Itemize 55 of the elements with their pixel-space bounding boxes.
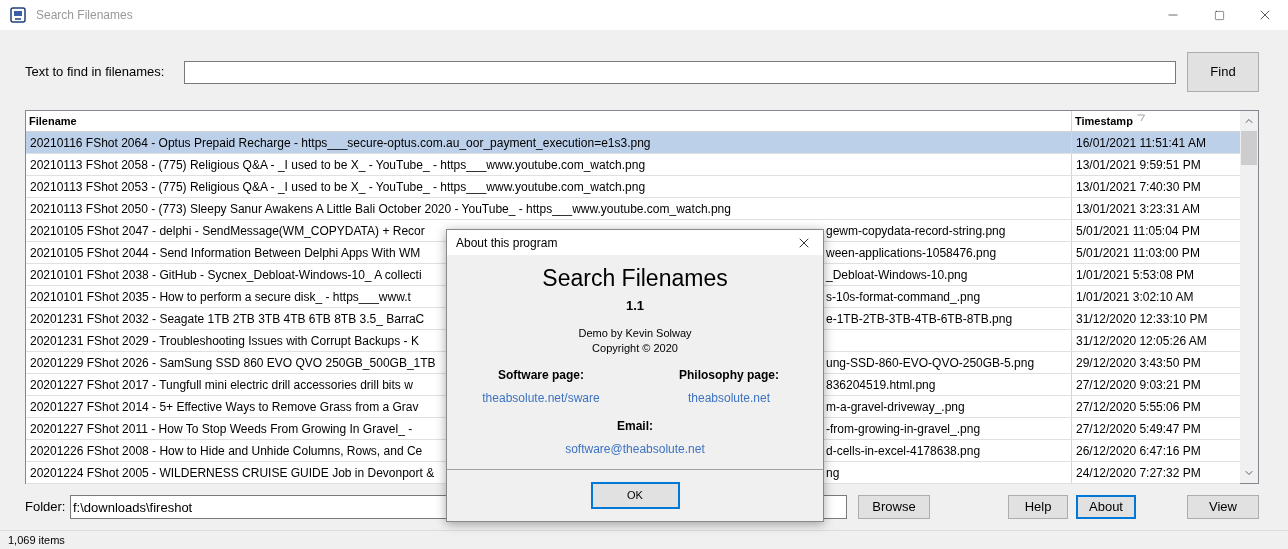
timestamp-cell: 27/12/2020 5:55:06 PM [1076,400,1201,414]
filename-cell-text: 20201227 FShot 2014 - 5+ Effective Ways to Remove Grass from a Grav [30,399,420,416]
filename-cell-text: 20210113 FShot 2050 - (773) Sleepy Sanur Awakens A Little Bali October 2020 - YouTube_ - https___www.youtube.com_watch.png [30,201,731,218]
filename-cell-text: 20210105 FShot 2047 - delphi - SendMessage(WM_COPYDATA) + Recor [30,223,426,240]
filename-cell-text: 20201226 FShot 2008 - How to Hide and Unhide Columns, Rows, and Ce [30,443,424,460]
filename-cell-text: 20201231 FShot 2029 - Troubleshooting Issues with Corrupt Backups - K [30,333,420,350]
filename-cell-text: 20201227 FShot 2017 - Tungfull mini electric drill accessories drill bits w [30,377,414,394]
filename-cell-text: 20201229 FShot 2026 - SamSung SSD 860 EVO QVO 250GB_500GB_1TB [30,355,437,372]
filename-cell-text: 20210101 FShot 2035 - How to perform a secure disk_ - https___www.t [30,289,412,306]
timestamp-cell: 31/12/2020 12:33:10 PM [1076,312,1208,326]
filename-cell-text: 20210105 FShot 2044 - Send Information Between Delphi Apps With WM [30,245,422,262]
version-text: 1.1 [625,297,645,315]
credit-text: Demo by Kevin Solway [578,325,692,341]
timestamp-cell: 16/01/2021 11:51:41 AM [1076,136,1206,150]
timestamp-cell: 27/12/2020 5:49:47 PM [1076,422,1201,436]
timestamp-cell: 29/12/2020 3:43:50 PM [1076,356,1201,370]
copyright-text: Copyright © 2020 [592,340,678,356]
email-label: Email: [617,417,653,435]
status-text: 1,069 items [8,532,65,548]
app-name: Search Filenames [542,264,728,292]
filename-cell-text: -from-growing-in-gravel_.png [826,421,981,438]
link-label: Software page: [498,366,584,384]
filename-cell-text: 20201231 FShot 2032 - Seagate 1TB 2TB 3TB 4TB 6TB 8TB 3.5_ BarraC [30,311,426,328]
folder-label: Folder: [25,498,67,517]
link-label: Philosophy page: [679,366,779,384]
filename-cell-text: ng [826,465,840,482]
timestamp-cell: 26/12/2020 6:47:16 PM [1076,444,1201,458]
filename-cell-text: 20210113 FShot 2053 - (775) Religious Q&A - _I used to be X_ - YouTube_ - https___www.youtube.com_watch.png [30,179,646,196]
dialog-title: About this program [456,234,559,252]
filename-cell-text: ung-SSD-860-EVO-QVO-250GB-5.png [826,355,1035,372]
timestamp-cell: 31/12/2020 12:05:26 AM [1076,334,1207,348]
filename-cell-text: e-1TB-2TB-3TB-4TB-6TB-8TB.png [826,311,1013,328]
window-title: Search Filenames [36,7,133,24]
timestamp-cell: 24/12/2020 7:27:32 PM [1076,466,1201,480]
filename-cell-text: 20201227 FShot 2011 - How To Stop Weeds From Growing In Gravel_ - [30,421,414,438]
filename-cell-text: 20210116 FShot 2064 - Optus Prepaid Recharge - https___secure-optus.com.au_oor_payment_execution=e1s3.png [30,135,651,152]
search-label: Text to find in filenames: [25,63,166,82]
timestamp-cell: 13/01/2021 3:23:31 AM [1076,202,1201,216]
filename-cell-text: _Debloat-Windows-10.png [826,267,968,284]
filename-cell-text: ween-applications-1058476.png [826,245,997,262]
filename-cell-text: 20210101 FShot 2038 - GitHub - Sycnex_Debloat-Windows-10_ A collecti [30,267,423,284]
timestamp-cell: 1/01/2021 5:53:08 PM [1076,268,1195,282]
timestamp-cell: 5/01/2021 11:05:04 PM [1076,224,1200,238]
filename-cell-text: 836204519.html.png [826,377,936,394]
timestamp-cell: 1/01/2021 3:02:10 AM [1076,290,1194,304]
filename-cell-text: m-a-gravel-driveway_.png [826,399,965,416]
timestamp-cell: 27/12/2020 9:03:21 PM [1076,378,1201,392]
timestamp-cell: 13/01/2021 9:59:51 PM [1076,158,1201,172]
filename-cell-text: 20210113 FShot 2058 - (775) Religious Q&A - _I used to be X_ - YouTube_ - https___www.youtube.com_watch.png [30,157,646,174]
filename-cell-text: 20201224 FShot 2005 - WILDERNESS CRUISE GUIDE Job in Devonport & [30,465,436,482]
timestamp-cell: 5/01/2021 11:03:00 PM [1076,246,1200,260]
filename-cell-text: d-cells-in-excel-4178638.png [826,443,981,460]
timestamp-cell: 13/01/2021 7:40:30 PM [1076,180,1201,194]
filename-cell-text: gewm-copydata-record-string.png [826,223,1006,240]
filename-cell-text: s-10s-format-command_.png [826,289,981,306]
